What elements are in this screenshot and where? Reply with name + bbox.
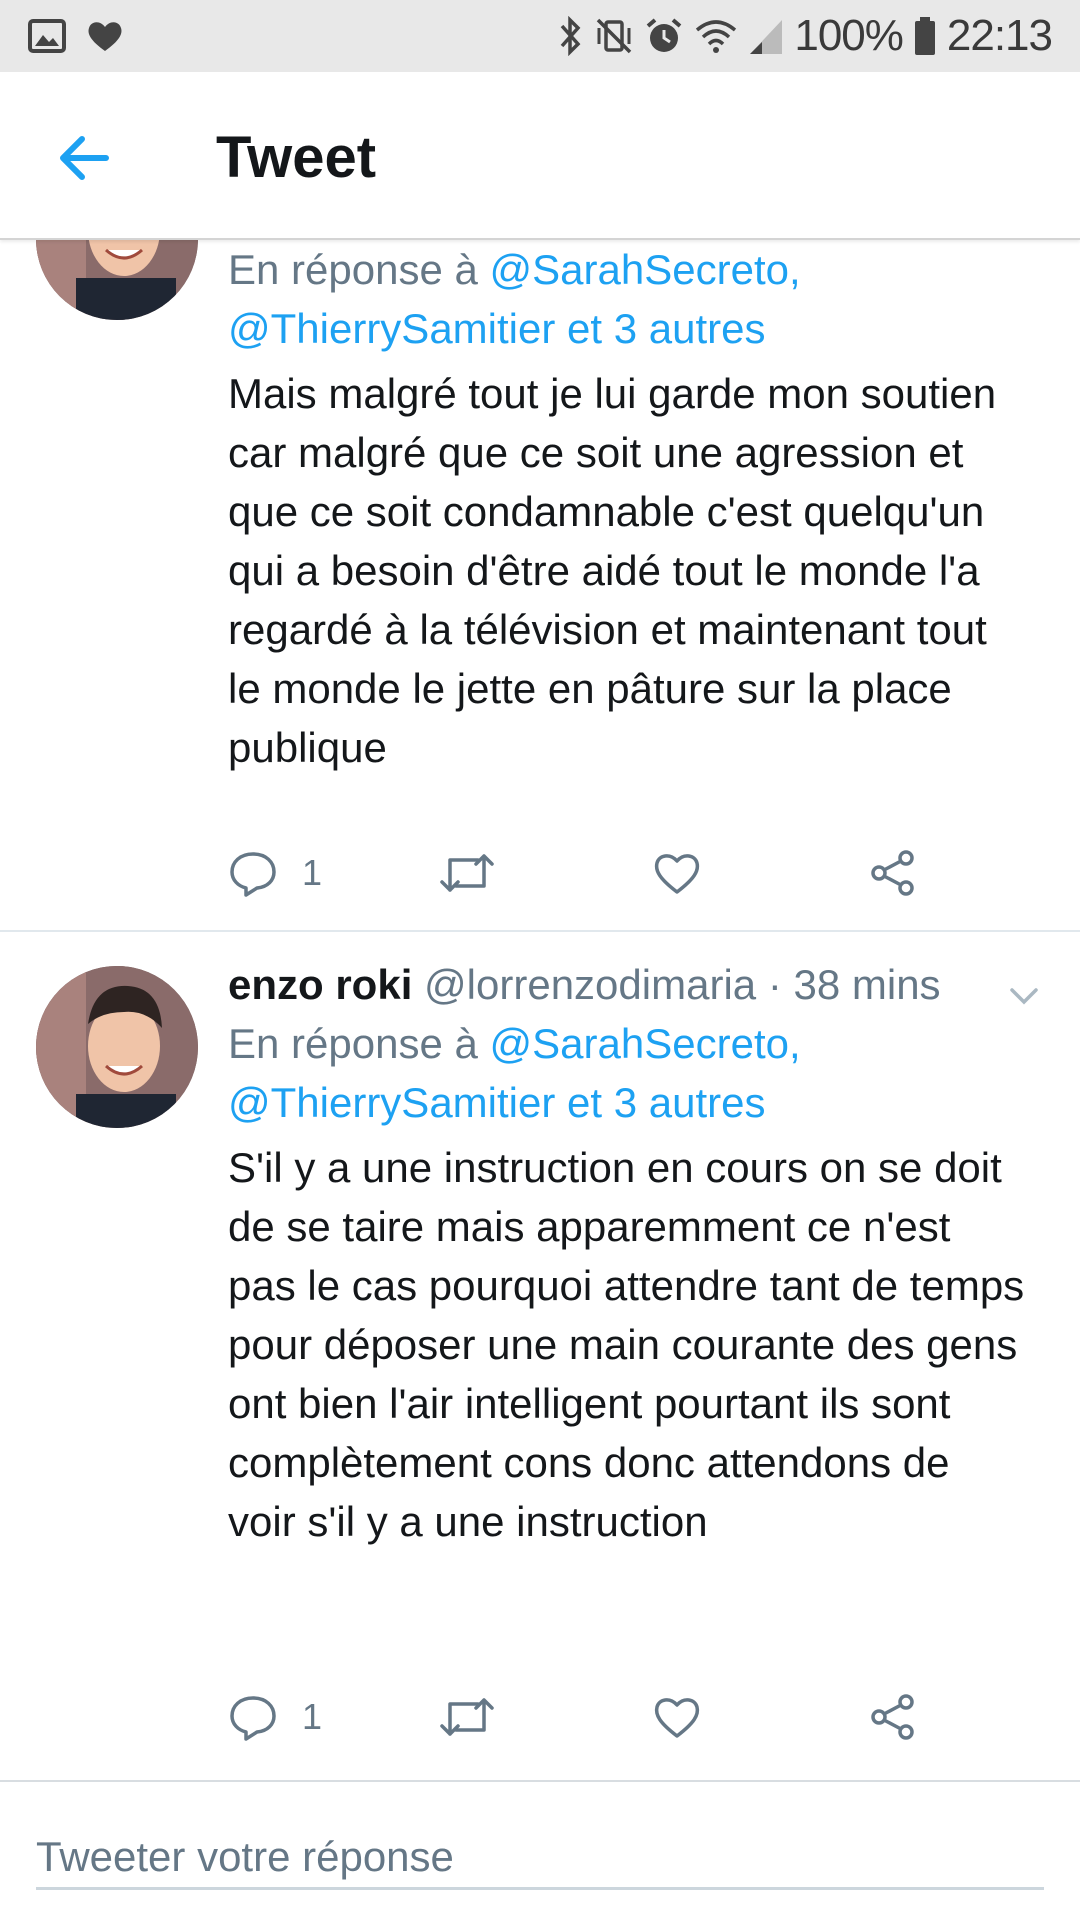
avatar[interactable] <box>36 966 198 1128</box>
tweet-text: S'il y a une instruction en cours on se … <box>228 1144 1025 1545</box>
like-icon <box>654 1698 700 1738</box>
image-notification-icon <box>28 19 66 53</box>
reply-count: 1 <box>302 852 323 893</box>
mention-link[interactable]: @SarahSecreto, <box>490 1020 801 1067</box>
mention-link[interactable]: @SarahSecreto, <box>490 246 801 293</box>
retweet-button[interactable] <box>438 1682 496 1752</box>
wifi-icon <box>694 16 738 56</box>
arrow-left-icon <box>60 136 109 180</box>
separator: · <box>767 961 782 1008</box>
reply-context: En réponse à @SarahSecreto, @ThierrySami… <box>228 1014 1028 1132</box>
tweet-text: Mais malgré tout je lui garde mon soutie… <box>228 370 997 771</box>
author-handle[interactable]: @lorrenzodimaria <box>424 961 756 1008</box>
reply-button[interactable]: 1 <box>228 838 322 908</box>
share-button[interactable] <box>868 838 918 908</box>
reply-prefix: En réponse à <box>228 246 478 293</box>
clock: 22:13 <box>946 11 1053 60</box>
battery-icon <box>913 16 937 56</box>
bluetooth-icon <box>558 16 584 56</box>
battery-percentage: 100% <box>794 11 904 60</box>
page-title: Tweet <box>216 125 377 190</box>
tweet-header: enzo roki @lorrenzodimaria · 38 mins <box>228 956 1028 1014</box>
alarm-icon <box>644 16 684 56</box>
share-icon <box>871 850 914 896</box>
avatar[interactable] <box>36 240 198 320</box>
like-button[interactable] <box>652 1682 702 1752</box>
like-button[interactable] <box>652 838 702 908</box>
signal-icon <box>748 16 784 56</box>
author-name[interactable]: enzo roki <box>228 961 412 1008</box>
tweet-item[interactable]: En réponse à @SarahSecreto, @ThierrySami… <box>0 240 1080 930</box>
reply-input[interactable] <box>36 1826 1044 1890</box>
tweet-actions: 1 <box>228 1682 1028 1752</box>
reply-count: 1 <box>302 1696 323 1737</box>
reply-composer <box>0 1780 1080 1920</box>
vibrate-mute-icon <box>594 16 634 56</box>
retweet-icon <box>440 854 494 892</box>
reply-button[interactable]: 1 <box>228 1682 322 1752</box>
tweet-time: 38 mins <box>793 961 941 1008</box>
back-button[interactable] <box>52 126 116 190</box>
reply-prefix: En réponse à <box>228 1020 478 1067</box>
mention-link[interactable]: @ThierrySamitier et 3 autres <box>228 305 765 352</box>
retweet-icon <box>440 1698 494 1736</box>
tweet-item[interactable]: enzo roki @lorrenzodimaria · 38 mins En … <box>0 932 1080 1778</box>
tweet-actions: 1 <box>228 838 1028 908</box>
reply-icon <box>230 1696 276 1741</box>
share-button[interactable] <box>868 1682 918 1752</box>
status-bar: 100% 22:13 <box>0 0 1080 72</box>
like-icon <box>654 854 700 894</box>
tweet-feed[interactable]: En réponse à @SarahSecreto, @ThierrySami… <box>0 240 1080 1780</box>
app-header: Tweet <box>0 72 1080 240</box>
retweet-button[interactable] <box>438 838 496 908</box>
mention-link[interactable]: @ThierrySamitier et 3 autres <box>228 1079 765 1126</box>
reply-context: En réponse à @SarahSecreto, @ThierrySami… <box>228 240 1028 358</box>
reply-icon <box>230 852 276 897</box>
share-icon <box>871 1694 914 1740</box>
heart-notification-icon <box>86 19 124 53</box>
